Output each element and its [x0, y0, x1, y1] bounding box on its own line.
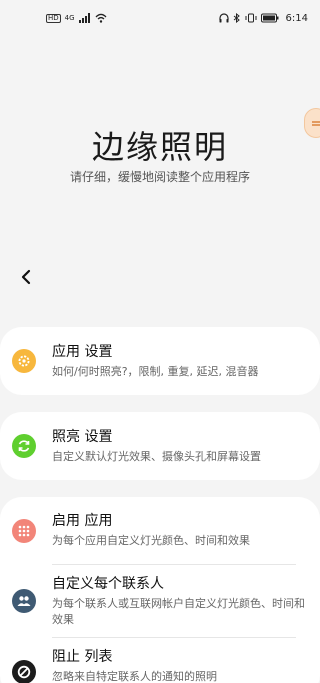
contacts-subtitle: 为每个联系人或互联网帐户自定义灯光颜色、时间和效果: [52, 596, 305, 626]
lighting-settings-title: 照亮 设置: [52, 428, 113, 445]
status-time: 6:14: [285, 12, 308, 24]
block-list-subtitle: 忽略来自特定联系人的通知的照明: [52, 670, 217, 683]
contacts-item[interactable]: 自定义每个联系人 为每个联系人或互联网帐户自定义灯光颜色、时间和效果: [0, 565, 320, 637]
app-settings-icon-badge: [12, 349, 36, 373]
lighting-settings-subtitle: 自定义默认灯光效果、摄像头孔和屏幕设置: [52, 449, 261, 463]
block-list-title: 阻止 列表: [52, 649, 113, 665]
lighting-settings-card: 照亮 设置 自定义默认灯光效果、摄像头孔和屏幕设置: [0, 412, 320, 480]
chevron-left-icon: [21, 269, 31, 285]
wifi-icon: [95, 13, 107, 23]
enable-apps-icon-badge: [12, 518, 36, 543]
status-bar-right: 6:14: [218, 12, 308, 24]
status-bar: HD 4G 6:14: [0, 0, 320, 36]
block-list-icon-badge: [12, 660, 36, 683]
lighting-settings-icon-badge: [12, 434, 36, 458]
battery-icon: [260, 13, 279, 23]
apps-grid-icon: [18, 525, 30, 536]
app-settings-title: 应用 设置: [52, 343, 113, 360]
app-settings-subtitle: 如何/何时照亮?，限制, 重复, 延迟, 混音器: [52, 364, 259, 378]
contacts-icon: [17, 596, 31, 606]
block-list-text: 阻止 列表 忽略来自特定联系人的通知的照明: [52, 648, 308, 683]
enable-apps-title: 启用 应用: [52, 513, 113, 529]
notifications-card: 启用 应用 为每个应用自定义灯光颜色、时间和效果 自定义每个联系人 为每个联系人…: [0, 497, 320, 683]
enable-apps-item[interactable]: 启用 应用 为每个应用自定义灯光颜色、时间和效果: [0, 497, 320, 564]
contacts-icon-badge: [12, 589, 36, 613]
contacts-title: 自定义每个联系人: [52, 575, 164, 592]
enable-apps-text: 启用 应用 为每个应用自定义灯光颜色、时间和效果: [52, 512, 308, 549]
page-subtitle: 请仔细，缓慢地阅读整个应用程序: [69, 170, 250, 184]
app-settings-item[interactable]: 应用 设置 如何/何时照亮?，限制, 重复, 延迟, 混音器: [0, 327, 320, 395]
bluetooth-icon: [233, 13, 241, 23]
enable-apps-subtitle: 为每个应用自定义灯光颜色、时间和效果: [52, 534, 250, 547]
app-settings-card: 应用 设置 如何/何时照亮?，限制, 重复, 延迟, 混音器: [0, 327, 320, 395]
refresh-icon: [18, 440, 30, 452]
app-settings-text: 应用 设置 如何/何时照亮?，限制, 重复, 延迟, 混音器: [52, 343, 308, 380]
block-list-item[interactable]: 阻止 列表 忽略来自特定联系人的通知的照明: [0, 638, 320, 683]
signal-icon: [78, 13, 91, 23]
hd-badge: HD: [46, 13, 61, 23]
gear-icon: [18, 355, 30, 367]
block-icon: [17, 665, 31, 679]
page-title: 边缘照明: [91, 128, 228, 166]
contacts-text: 自定义每个联系人 为每个联系人或互联网帐户自定义灯光颜色、时间和效果: [52, 575, 308, 628]
back-button[interactable]: [14, 265, 38, 289]
status-bar-left: HD 4G: [46, 13, 107, 23]
vibrate-icon: [245, 13, 257, 23]
lighting-settings-item[interactable]: 照亮 设置 自定义默认灯光效果、摄像头孔和屏幕设置: [0, 412, 320, 480]
lighting-settings-text: 照亮 设置 自定义默认灯光效果、摄像头孔和屏幕设置: [52, 428, 308, 465]
headphones-icon: [218, 13, 229, 23]
network-type-badge: 4G: [64, 13, 75, 22]
